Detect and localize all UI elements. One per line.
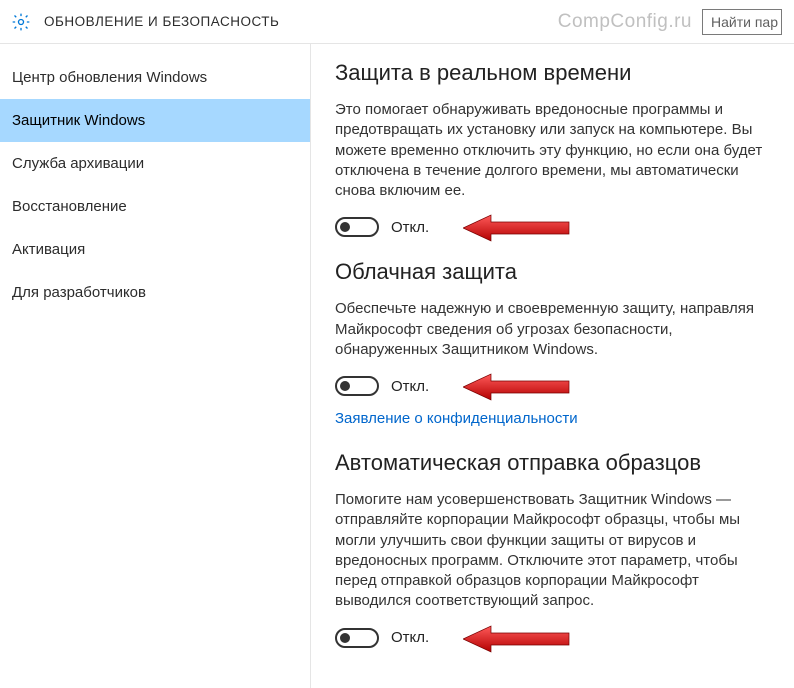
header: ОБНОВЛЕНИЕ И БЕЗОПАСНОСТЬ CompConfig.ru … <box>0 0 794 44</box>
sidebar-item-activation[interactable]: Активация <box>0 228 310 271</box>
sidebar-item-recovery[interactable]: Восстановление <box>0 185 310 228</box>
sidebar-item-backup[interactable]: Служба архивации <box>0 142 310 185</box>
privacy-link[interactable]: Заявление о конфиденциальности <box>335 410 578 427</box>
arrow-icon <box>463 622 573 656</box>
section-desc: Помогите нам усовершенствовать Защитник … <box>335 490 772 612</box>
toggle-row: Откл. <box>335 376 772 396</box>
page-title: ОБНОВЛЕНИЕ И БЕЗОПАСНОСТЬ <box>44 14 558 29</box>
sidebar-item-windows-defender[interactable]: Защитник Windows <box>0 99 310 142</box>
section-title: Автоматическая отправка образцов <box>335 450 772 476</box>
section-realtime-protection: Защита в реальном времени Это помогает о… <box>335 60 772 237</box>
toggle-samples[interactable] <box>335 628 379 648</box>
section-desc: Это помогает обнаруживать вредоносные пр… <box>335 100 772 201</box>
toggle-row: Откл. <box>335 628 772 648</box>
watermark: CompConfig.ru <box>558 11 692 33</box>
toggle-row: Откл. <box>335 217 772 237</box>
toggle-label: Откл. <box>391 219 429 236</box>
search-input[interactable]: Найти пар <box>702 9 782 35</box>
section-desc: Обеспечьте надежную и своевременную защи… <box>335 299 772 360</box>
section-sample-submission: Автоматическая отправка образцов Помогит… <box>335 450 772 648</box>
content: Защита в реальном времени Это помогает о… <box>311 44 794 688</box>
arrow-icon <box>463 370 573 404</box>
toggle-realtime[interactable] <box>335 217 379 237</box>
sidebar-item-developers[interactable]: Для разработчиков <box>0 271 310 314</box>
section-title: Защита в реальном времени <box>335 60 772 86</box>
toggle-cloud[interactable] <box>335 376 379 396</box>
toggle-label: Откл. <box>391 629 429 646</box>
sidebar-item-windows-update[interactable]: Центр обновления Windows <box>0 56 310 99</box>
arrow-icon <box>463 211 573 245</box>
toggle-label: Откл. <box>391 378 429 395</box>
section-cloud-protection: Облачная защита Обеспечьте надежную и св… <box>335 259 772 428</box>
section-title: Облачная защита <box>335 259 772 285</box>
sidebar: Центр обновления Windows Защитник Window… <box>0 44 311 688</box>
gear-icon <box>10 11 32 33</box>
